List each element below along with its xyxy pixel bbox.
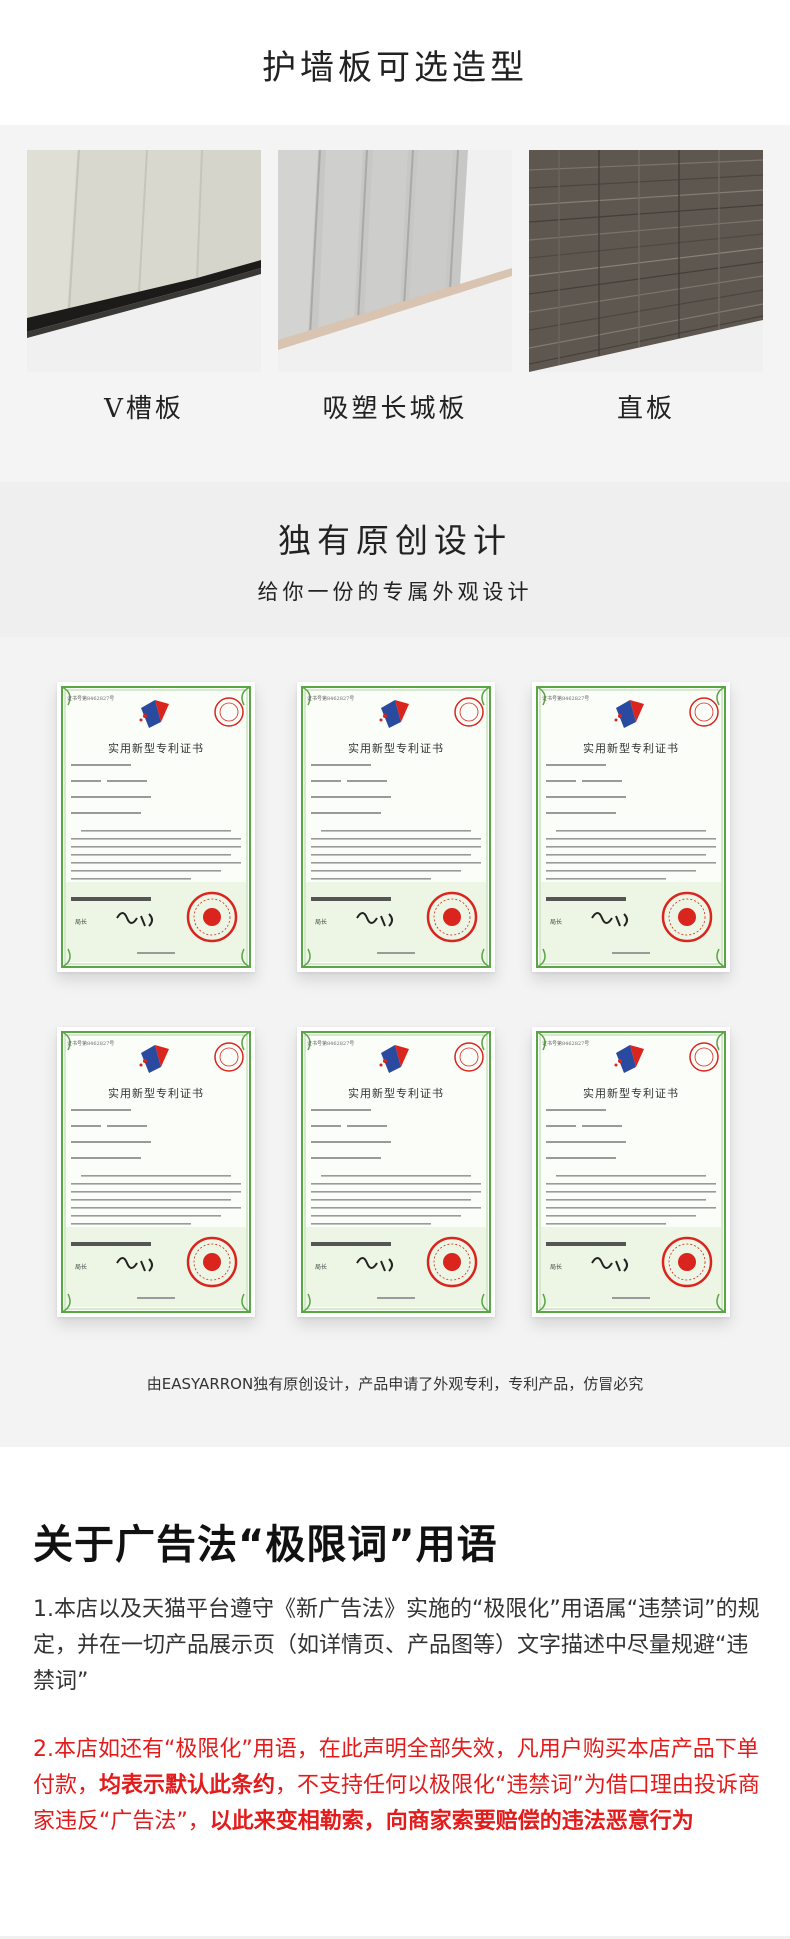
wallboard-styles-section: 护墙板可选造型 V槽板 吸塑长城板 直板 <box>0 0 790 482</box>
styles-title-band: 护墙板可选造型 <box>0 0 790 125</box>
original-subtitle: 给你一份的专属外观设计 <box>257 580 533 604</box>
svg-text:局长: 局长 <box>75 1263 87 1271</box>
certificate-number: 证书号第8462827号 <box>542 1041 590 1047</box>
certificate-title: 实用新型专利证书 <box>348 1087 444 1100</box>
patent-certificate: 局长 证书号第8462827号 实用新型专利证书 <box>57 1027 255 1317</box>
sample-label-great-wall: 吸塑长城板 <box>322 394 468 424</box>
notice-paragraph-2: 2.本店如还有“极限化”用语，在此声明全部失效，凡用户购买本店产品下单付款，均表… <box>33 1732 768 1840</box>
sample-image-straight <box>529 150 763 372</box>
patent-certificate: 局长 证书号第8462827号 实用新型专利证书 <box>532 1027 730 1317</box>
certificate-number: 证书号第8462827号 <box>67 1041 115 1047</box>
certificate-number: 证书号第8462827号 <box>307 696 355 702</box>
patent-certificate: 局长 证书号第8462827号 实用新型专利证书 <box>297 1027 495 1317</box>
patent-certificate: 局长 证书号第8462827号 实用新型专利证书 <box>532 682 730 972</box>
styles-title: 护墙板可选造型 <box>262 48 528 88</box>
sample-image-great-wall <box>278 150 512 372</box>
patent-note: 由EASYARRON独有原创设计，产品申请了外观专利，专利产品，仿冒必究 <box>146 1375 644 1393</box>
notice-paragraph-1: 1.本店以及天猫平台遵守《新广告法》实施的“极限化”用语属“违禁词”的规定，并在… <box>33 1597 760 1694</box>
svg-text:局长: 局长 <box>315 918 327 926</box>
original-title: 独有原创设计 <box>278 521 512 560</box>
svg-text:局长: 局长 <box>550 918 562 926</box>
patent-certificate: 局长 证书号第8462827号 实用新型专利证书 <box>57 682 255 972</box>
notice-title: 关于广告法“极限词”用语 <box>33 1522 498 1568</box>
svg-text:局长: 局长 <box>550 1263 562 1271</box>
svg-text:局长: 局长 <box>75 918 87 926</box>
patent-certificate: 局长 证书号第8462827号 实用新型专利证书 <box>297 682 495 972</box>
certificate-title: 实用新型专利证书 <box>108 742 204 755</box>
certificate-title: 实用新型专利证书 <box>348 742 444 755</box>
certificate-number: 证书号第8462827号 <box>542 696 590 702</box>
sample-label-v-groove: V槽板 <box>104 394 184 424</box>
certificate-title: 实用新型专利证书 <box>108 1087 204 1100</box>
sample-label-straight: 直板 <box>616 394 675 424</box>
certificate-title: 实用新型专利证书 <box>583 742 679 755</box>
sample-image-v-groove <box>27 150 261 372</box>
certificate-number: 证书号第8462827号 <box>307 1041 355 1047</box>
notice-p2-bold-2: 以此来变相勒索，向商家索要赔偿的违法恶意行为 <box>209 1809 694 1834</box>
certificate-number: 证书号第8462827号 <box>67 696 115 702</box>
original-design-header: 独有原创设计 给你一份的专属外观设计 <box>0 482 790 637</box>
certificates-section: 局长 证书号第8462827号 实用新型专利证书 局长 证书号第8462827号… <box>0 637 790 1447</box>
svg-text:局长: 局长 <box>315 1263 327 1271</box>
notice-p2-bold-1: 均表示默认此条约 <box>99 1773 276 1798</box>
ad-law-notice-section: 关于广告法“极限词”用语 1.本店以及天猫平台遵守《新广告法》实施的“极限化”用… <box>0 1447 790 1939</box>
certificate-title: 实用新型专利证书 <box>583 1087 679 1100</box>
